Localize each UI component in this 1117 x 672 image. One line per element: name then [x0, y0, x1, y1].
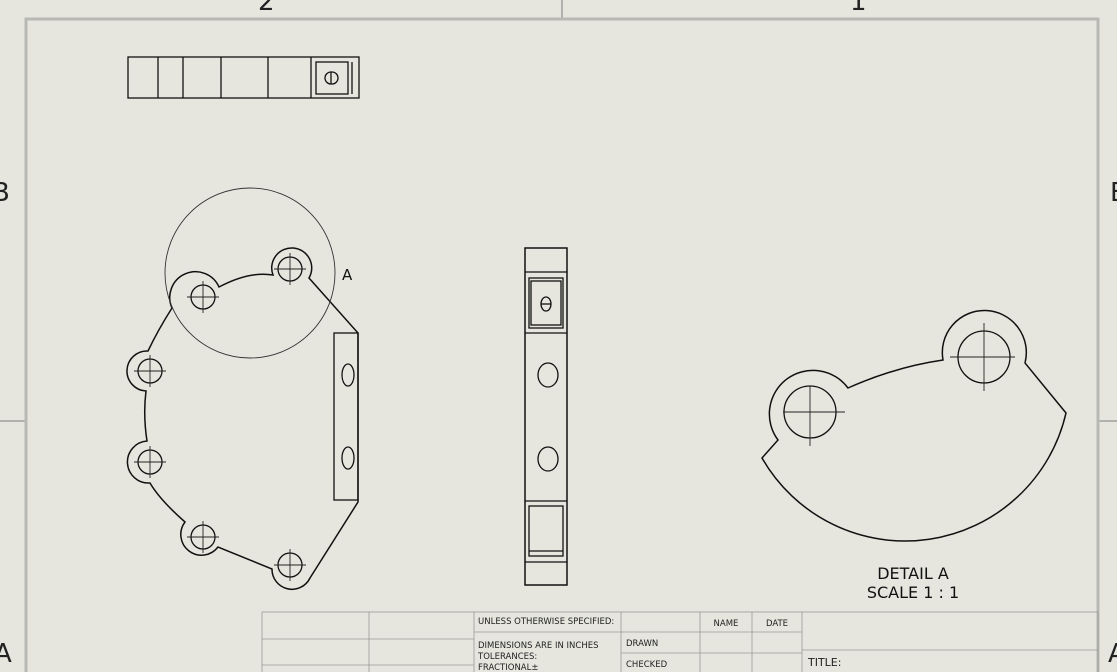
detail-title: DETAIL A [877, 564, 949, 583]
zone-label-right-upper: B [1110, 178, 1117, 208]
date-column-header: DATE [766, 619, 788, 629]
top-view[interactable] [127, 56, 360, 99]
detail-view[interactable]: DETAIL A SCALE 1 : 1 [761, 309, 1067, 602]
detail-circle[interactable] [164, 187, 336, 359]
name-column-header: NAME [714, 619, 739, 629]
bolt-hole [187, 281, 219, 313]
bolt-hole [134, 355, 166, 387]
drawn-label: DRAWN [626, 639, 658, 649]
zone-label-top-right: 1 [850, 0, 867, 17]
title-block: UNLESS OTHERWISE SPECIFIED: NAME DATE DI… [261, 611, 1099, 672]
zone-label-top-left: 2 [258, 0, 275, 17]
fractional-label: FRACTIONAL± [478, 663, 538, 672]
detail-callout-label: A [342, 266, 353, 284]
checked-label: CHECKED [626, 660, 668, 670]
zone-label-left-upper: B [0, 178, 10, 208]
title-label: TITLE: [807, 656, 841, 669]
zone-label-left-lower: A [0, 639, 12, 669]
dimensions-note: DIMENSIONS ARE IN INCHES [478, 641, 598, 651]
front-view[interactable]: A [126, 187, 359, 591]
side-view[interactable] [524, 247, 568, 586]
bolt-hole [134, 446, 166, 478]
zone-label-right-lower: A [1108, 639, 1117, 669]
bolt-hole [187, 521, 219, 553]
detail-scale: SCALE 1 : 1 [867, 583, 959, 602]
tolerances-label: TOLERANCES: [477, 652, 537, 662]
unless-specified-label: UNLESS OTHERWISE SPECIFIED: [478, 617, 614, 627]
bolt-hole [274, 549, 306, 581]
bolt-hole [274, 253, 306, 285]
drawing-sheet: 2 1 B B A A [0, 0, 1117, 672]
